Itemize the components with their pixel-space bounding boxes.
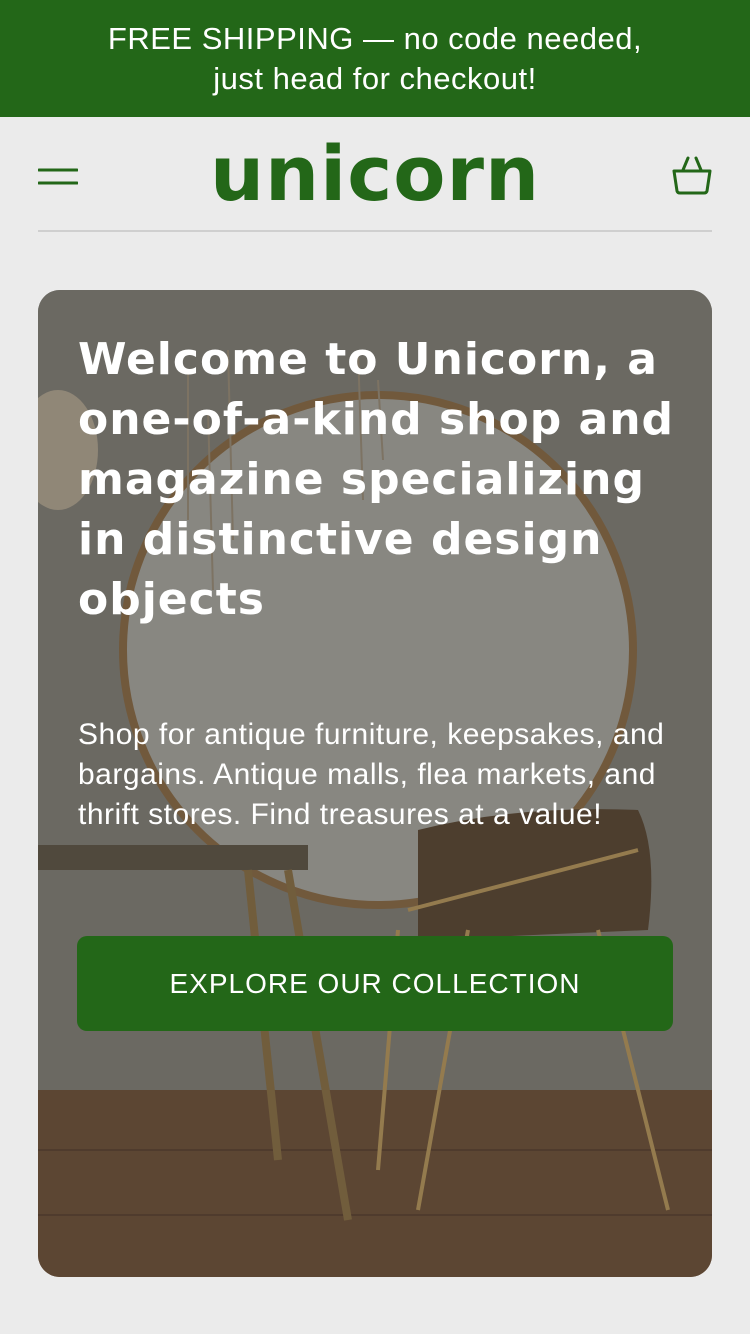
hero-banner: Welcome to Unicorn, a one-of-a-kind shop… [38, 290, 712, 1277]
hero-subtitle: Shop for antique furniture, keepsakes, a… [78, 718, 665, 831]
promo-banner: FREE SHIPPING — no code needed, just hea… [0, 0, 750, 117]
hero-title: Welcome to Unicorn, a one-of-a-kind shop… [78, 334, 675, 625]
promo-line-2: just head for checkout! [213, 60, 537, 96]
header-divider [38, 230, 712, 232]
promo-line-1: FREE SHIPPING — no code needed, [107, 20, 643, 56]
explore-collection-button[interactable]: EXPLORE OUR COLLECTION [77, 936, 673, 1031]
site-header: unicorn [0, 117, 750, 232]
shopping-basket-icon[interactable] [670, 153, 714, 197]
site-logo[interactable]: unicorn [0, 129, 750, 218]
